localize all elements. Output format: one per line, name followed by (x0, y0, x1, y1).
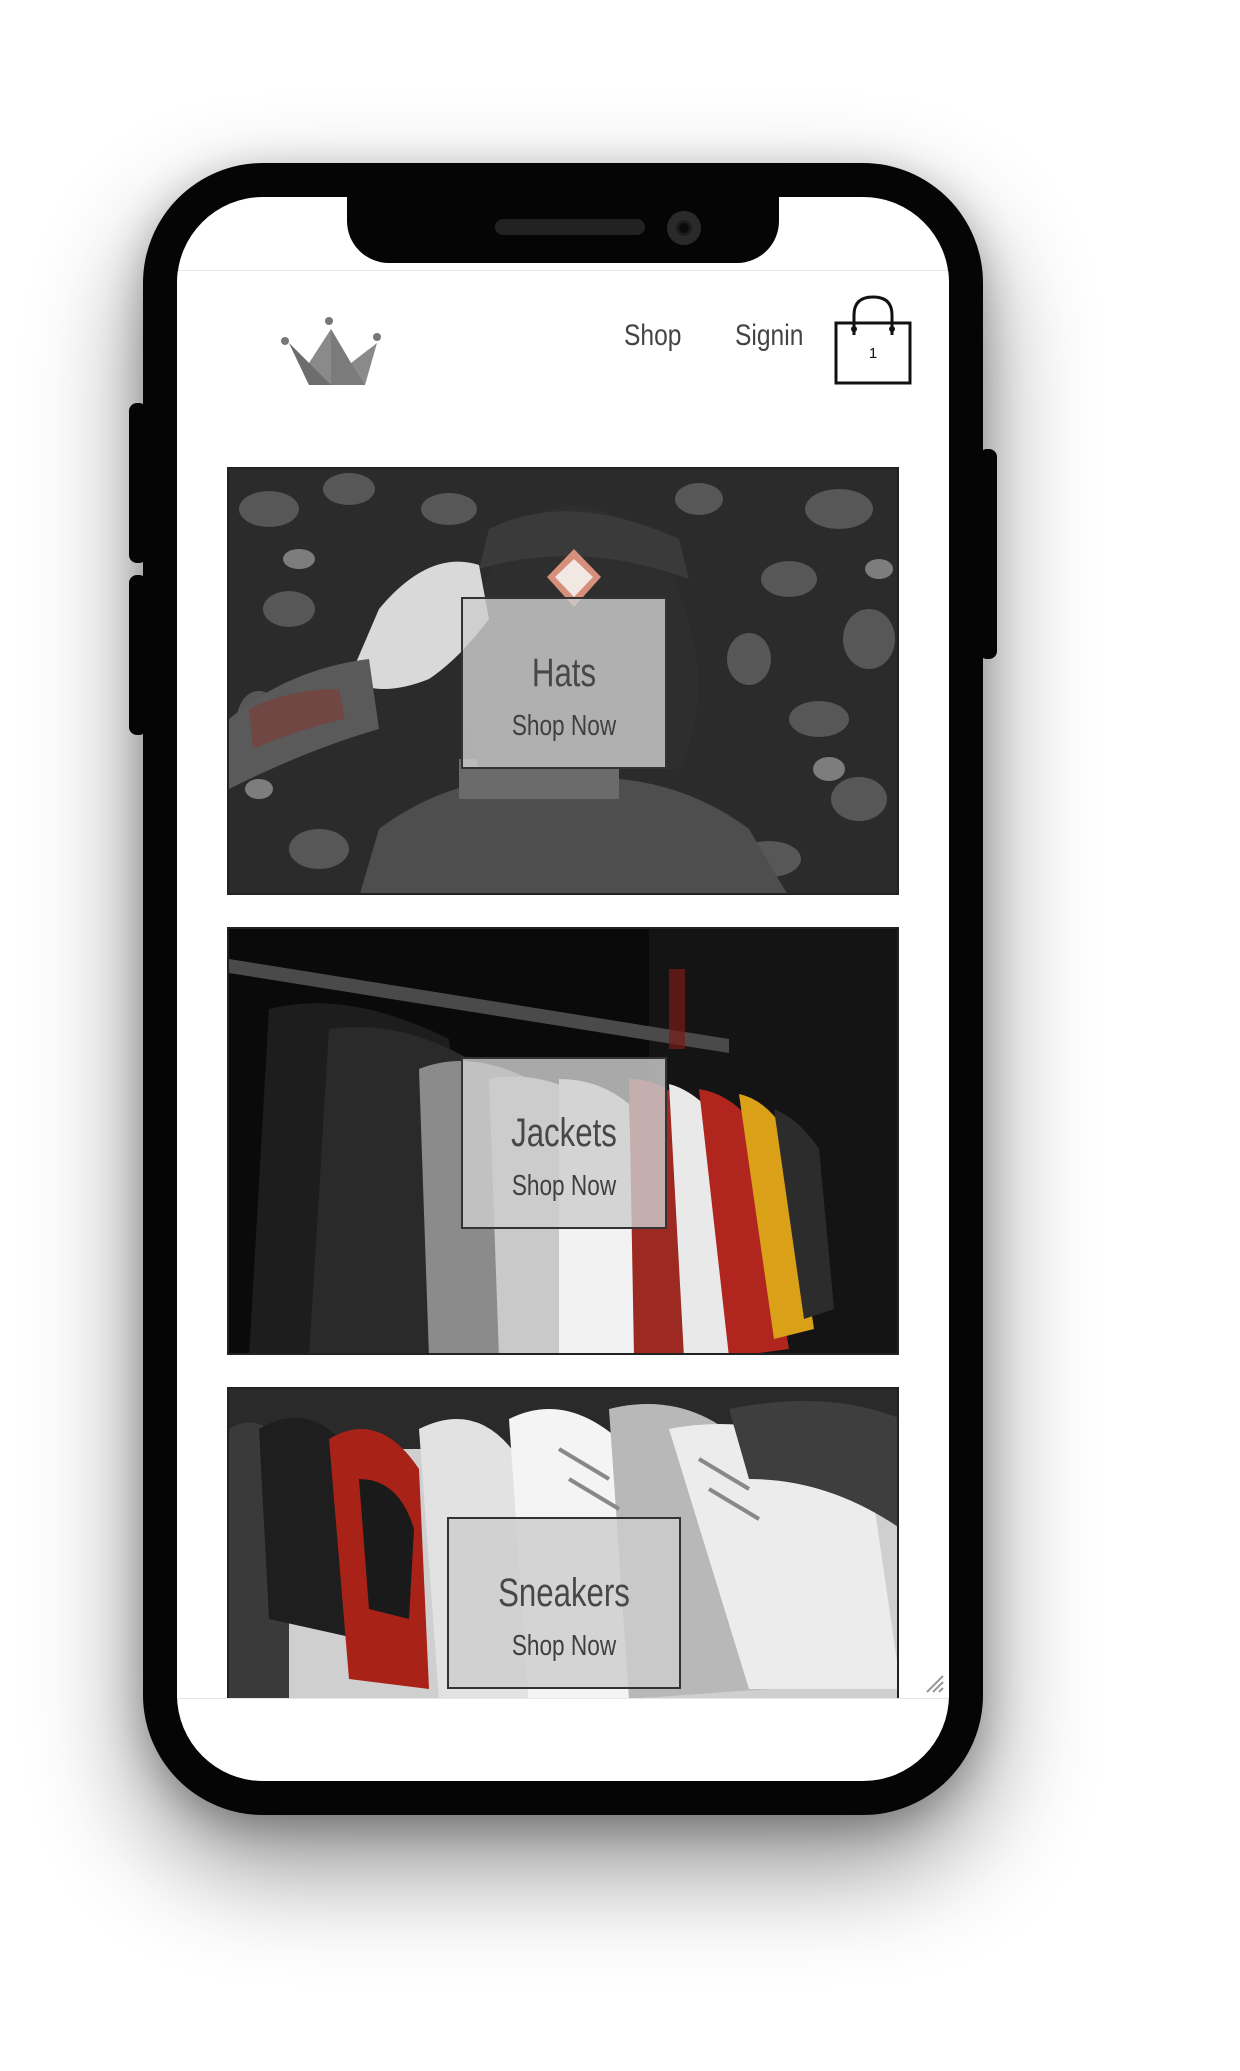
shop-now-link-sneakers[interactable]: Shop Now (474, 1630, 653, 1663)
nav-signin-link[interactable]: Signin (735, 319, 803, 353)
cart-button[interactable]: 1 (832, 293, 914, 387)
cart-count-badge: 1 (868, 345, 878, 362)
hats-shop-now-overlay[interactable]: Hats Shop Now (461, 597, 667, 769)
category-card-hats[interactable]: Hats Shop Now (227, 467, 899, 895)
volume-down-button (129, 575, 147, 735)
category-title-hats: Hats (531, 651, 597, 695)
category-title-sneakers: Sneakers (498, 1571, 630, 1615)
nav-shop-link[interactable]: Shop (624, 319, 681, 353)
category-card-jackets[interactable]: Jackets Shop Now (227, 927, 899, 1355)
speaker-grille (495, 219, 645, 235)
category-title-jackets: Jackets (511, 1111, 617, 1155)
notch (347, 197, 779, 263)
sneakers-shop-now-overlay[interactable]: Sneakers Shop Now (447, 1517, 681, 1689)
shop-now-link-hats[interactable]: Shop Now (485, 710, 643, 743)
front-camera (667, 211, 701, 245)
crown-icon[interactable] (277, 313, 381, 393)
power-button (979, 449, 997, 659)
navbar: Shop Signin 1 (177, 271, 949, 421)
shop-now-link-jackets[interactable]: Shop Now (485, 1170, 643, 1203)
jackets-shop-now-overlay[interactable]: Jackets Shop Now (461, 1057, 667, 1229)
web-viewport[interactable]: Shop Signin 1 Hats Shop Now Jackets Shop… (177, 270, 949, 1699)
category-card-sneakers[interactable]: Sneakers Shop Now (227, 1387, 899, 1698)
resize-grip-icon[interactable] (923, 1672, 945, 1694)
shopping-bag-icon (834, 295, 912, 385)
phone-screen: Shop Signin 1 Hats Shop Now Jackets Shop… (177, 197, 949, 1781)
volume-up-button (129, 403, 147, 563)
phone-frame: Shop Signin 1 Hats Shop Now Jackets Shop… (129, 163, 997, 1815)
